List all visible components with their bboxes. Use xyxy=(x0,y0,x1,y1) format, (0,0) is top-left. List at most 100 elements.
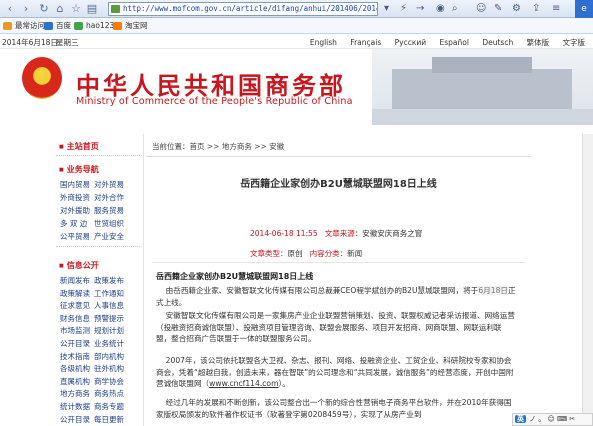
ime-icons[interactable]: ノ 。 ☺ ⌨ ✂ xyxy=(529,415,575,423)
article-datetime: 2014-06-18 11:55 xyxy=(250,229,318,238)
info-nav-link[interactable]: 预警提示 xyxy=(94,313,128,324)
info-nav-row: 统计数据 商务专题 xyxy=(60,401,128,412)
lang-english[interactable]: English xyxy=(310,38,337,47)
favorite-baidu[interactable]: 百度 xyxy=(44,20,71,32)
business-nav-link[interactable]: 世贸组织 xyxy=(94,218,128,229)
current-weekday: 星期三 xyxy=(56,38,79,47)
vertical-scrollbar[interactable] xyxy=(582,134,593,426)
info-nav-link[interactable]: 技术指南 xyxy=(60,351,94,362)
ime-toolbar[interactable]: 英ノ 。 ☺ ⌨ ✂ xyxy=(512,413,593,426)
lang-french[interactable]: Français xyxy=(350,38,381,47)
site-banner: 中华人民共和国商务部 Ministry of Commerce of the P… xyxy=(0,49,593,125)
business-nav-link[interactable]: 多 双 边 xyxy=(60,218,94,229)
paragraph-1: 由岳西籍企业家、安徽智联文化传媒有限公司总裁兼CEO程学斌创办的B2U慧城联盟网… xyxy=(156,286,516,307)
dropdown-icon[interactable]: ▾ xyxy=(384,3,389,15)
business-nav-row: 外商投资 对外合作 xyxy=(60,192,128,203)
paragraph-2: 安徽智联文化传媒有限公司是一家集房产业企业联盟营销策划、投资、联盟权威记者采访报… xyxy=(156,311,515,343)
info-nav-link[interactable]: 直属机构 xyxy=(60,376,94,387)
ime-mode[interactable]: 英 xyxy=(515,415,526,423)
info-nav-link[interactable]: 公开目录 xyxy=(60,338,94,349)
share-icon[interactable]: ⇪ xyxy=(532,3,540,15)
article-subtitle: 岳西籍企业家创办B2U慧城联盟网18日上线 xyxy=(156,272,314,281)
home-icon[interactable]: ⌂ xyxy=(54,3,66,15)
info-nav-link[interactable]: 政策解读 xyxy=(60,288,94,299)
info-nav-link[interactable]: 商学协会 xyxy=(94,376,128,387)
info-nav-link[interactable]: 市场监测 xyxy=(60,325,94,336)
info-nav-link[interactable]: 地方商务 xyxy=(60,388,94,399)
info-nav-link[interactable]: 财务信息 xyxy=(60,313,94,324)
business-nav-link[interactable]: 国内贸易 xyxy=(60,179,94,190)
lang-text-version[interactable]: 文字版 xyxy=(563,38,586,47)
favorites-star-icon[interactable]: ☆ xyxy=(70,3,82,15)
lang-german[interactable]: Deutsch xyxy=(482,38,513,47)
national-emblem-icon xyxy=(22,57,62,99)
info-nav-row: 财务信息 预警提示 xyxy=(60,313,128,324)
lang-russian[interactable]: Русский xyxy=(395,38,427,47)
info-nav-link[interactable]: 征求意见 xyxy=(60,300,94,311)
breadcrumb[interactable]: 当前位置：首页 >> 地方商务 >> 安徽 xyxy=(152,141,284,152)
favorite-most-visited[interactable]: 最常访问 xyxy=(3,20,45,32)
tools-icon[interactable]: ✎ xyxy=(494,3,502,15)
type-label: 文章类型： xyxy=(250,249,288,258)
info-nav-link[interactable]: 商务专题 xyxy=(94,401,128,412)
business-nav-link[interactable]: 外商投资 xyxy=(60,192,94,203)
refresh-icon[interactable]: ↻ xyxy=(38,3,50,15)
favorite-hao123[interactable]: hao123 xyxy=(74,20,114,32)
business-nav-link[interactable]: 服务贸易 xyxy=(94,205,128,216)
menu-icon[interactable]: ≡ xyxy=(552,3,560,15)
category-value: 新闻 xyxy=(347,249,363,258)
info-nav-link[interactable]: 工作通知 xyxy=(94,288,128,299)
info-nav-row: 政策解读 工作通知 xyxy=(60,288,128,299)
settings-icon[interactable]: ⚙ xyxy=(512,3,521,15)
source-label: 文章来源： xyxy=(324,229,363,238)
browser-logo-icon[interactable]: e xyxy=(575,0,593,18)
source-value: 安徽安庆商务之窗 xyxy=(362,229,423,238)
favorite-taobao[interactable]: 淘宝网 xyxy=(113,20,148,32)
paragraph-4: 经过几年的发展和不断创新，该公司整合出一个新的综合性营销电子商务平台软件，并在2… xyxy=(156,398,512,419)
info-nav-row: 各级机构 驻外机构 xyxy=(60,363,128,374)
info-nav-link[interactable]: 部内机构 xyxy=(94,351,128,362)
info-nav-link[interactable]: 政策发布 xyxy=(94,275,128,286)
info-nav-link[interactable]: 驻外机构 xyxy=(94,363,128,374)
info-nav-link[interactable]: 商务热点 xyxy=(94,388,128,399)
info-nav-link[interactable]: 新闻发布 xyxy=(60,275,94,286)
business-nav-link[interactable]: 对外合作 xyxy=(94,192,128,203)
article-meta-source: 2014-06-18 11:55 文章来源：安徽安庆商务之窗 xyxy=(250,228,422,239)
info-nav-link[interactable]: 每日更新 xyxy=(94,414,128,425)
business-nav-row: 公平贸易 产业安全 xyxy=(60,231,128,242)
building-image xyxy=(372,49,593,125)
info-nav-link[interactable]: 规划计划 xyxy=(94,325,128,336)
left-navigation: 主站首页 业务导航 国内贸易对外贸易外商投资对外合作对外援助服务贸易多 双 边世… xyxy=(54,134,144,426)
info-nav-row: 市场监测 规划计划 xyxy=(60,325,128,336)
compat-icon[interactable]: ⚡ xyxy=(400,3,407,15)
info-nav-row: 地方商务 商务热点 xyxy=(60,388,128,399)
website-link[interactable]: www.cncf114.com xyxy=(209,379,278,388)
info-nav-link[interactable]: 业务统计 xyxy=(94,338,128,349)
favorites-bar: 最常访问 百度 hao123 淘宝网 xyxy=(0,18,593,34)
info-nav-link[interactable]: 各级机构 xyxy=(60,363,94,374)
info-nav-row: 公开目录 业务统计 xyxy=(60,338,128,349)
business-nav-link[interactable]: 公平贸易 xyxy=(60,231,94,242)
paragraph-3: 2007年，该公司依托联盟各大卫视、杂志、报刊、网络、投融资企业、工贸企业、科研… xyxy=(156,356,514,388)
info-nav-row: 新闻发布 政策发布 xyxy=(60,275,128,286)
info-nav-link[interactable]: 人事信息 xyxy=(94,300,128,311)
forward-icon[interactable]: › xyxy=(20,3,32,15)
lang-spanish[interactable]: Español xyxy=(440,38,469,47)
bookmark-icon[interactable]: ▤ xyxy=(86,3,98,15)
search-engine-icon[interactable]: ◉ xyxy=(436,3,445,15)
nav-home-link[interactable]: 主站首页 xyxy=(59,141,99,152)
lang-traditional[interactable]: 繁体版 xyxy=(527,38,550,47)
business-nav-link[interactable]: 产业安全 xyxy=(94,231,128,242)
business-nav-link[interactable]: 对外援助 xyxy=(60,205,94,216)
user-icon[interactable]: ☺ xyxy=(476,3,486,15)
address-bar[interactable]: http://www.mofcom.gov.cn/article/difang/… xyxy=(108,2,378,16)
info-nav-row: 公开目录 每日更新 xyxy=(60,414,128,425)
business-nav-title: 业务导航 xyxy=(59,164,99,175)
site-favicon-icon xyxy=(111,5,120,13)
info-nav-link[interactable]: 统计数据 xyxy=(60,401,94,412)
info-nav-link[interactable]: 公开目录 xyxy=(60,414,94,425)
search-icon[interactable]: ⌕ xyxy=(452,3,458,15)
go-icon[interactable]: → xyxy=(416,3,424,15)
business-nav-link[interactable]: 对外贸易 xyxy=(94,179,128,190)
back-icon[interactable]: ‹ xyxy=(4,3,16,15)
